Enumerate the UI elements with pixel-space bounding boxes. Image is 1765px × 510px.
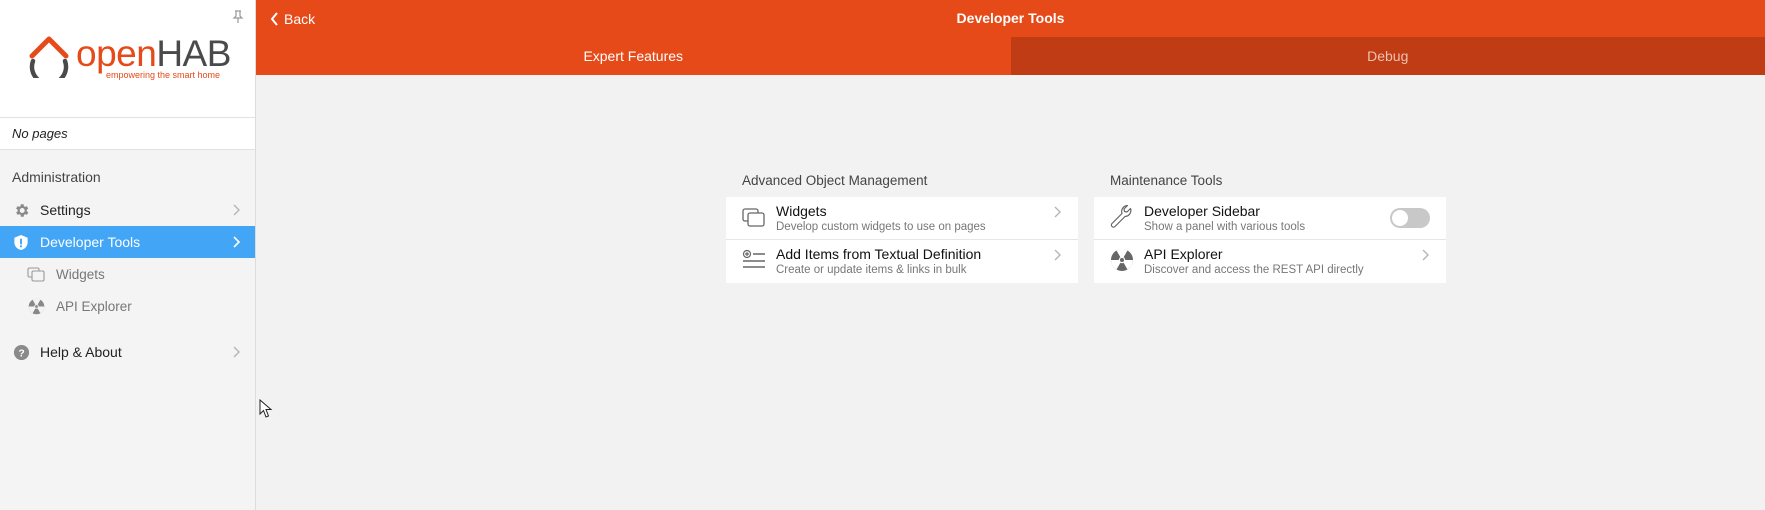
chevron-right-icon [1054,249,1061,261]
sidebar-item-widgets[interactable]: Widgets [0,258,255,290]
pin-icon[interactable] [231,10,245,24]
list-item-title: Widgets [776,203,827,219]
chevron-right-icon [233,204,240,216]
chevron-right-icon [233,236,241,248]
no-pages-label: No pages [0,118,255,150]
list-item-subtitle: Develop custom widgets to use on pages [776,221,986,233]
sidebar-item-label: Help & About [40,344,122,360]
widgets-icon [742,208,765,227]
chevron-right-icon [1422,249,1429,261]
openhab-logo[interactable]: openHAB empowering the smart home [26,30,231,84]
navbar: Back Developer Tools [256,0,1765,37]
sidebar: openHAB empowering the smart home No pag… [0,0,256,510]
help-icon: ? [11,342,31,362]
section-title-administration: Administration [12,169,101,185]
logo-area: openHAB empowering the smart home [0,0,255,118]
radiation-icon [26,296,46,316]
sidebar-item-label: Settings [40,202,91,218]
sidebar-item-api-explorer[interactable]: API Explorer [0,290,255,322]
sidebar-item-label: API Explorer [56,298,132,314]
tab-debug[interactable]: Debug [1010,37,1765,75]
sidebar-item-help-about[interactable]: ? Help & About [0,336,255,368]
list-add-icon [742,249,765,268]
list-item-add-items-textual[interactable]: Add Items from Textual Definition Create… [726,240,1078,283]
developer-sidebar-toggle[interactable] [1390,208,1430,228]
chevron-right-icon [1054,206,1061,218]
toggle-knob [1392,210,1408,226]
logo-tagline: empowering the smart home [106,70,221,80]
list-item-title: Add Items from Textual Definition [776,246,982,262]
sidebar-item-label: Widgets [56,266,105,282]
logo-mark-icon [29,36,69,78]
radiation-icon [1111,249,1133,271]
back-label: Back [284,10,316,27]
list-item-title: Developer Sidebar [1144,203,1260,219]
list-item-api-explorer[interactable]: API Explorer Discover and access the RES… [1094,240,1446,283]
chevron-left-icon [270,11,278,26]
list-item-subtitle: Show a panel with various tools [1144,221,1306,233]
sidebar-item-label: Developer Tools [40,234,141,250]
maintenance-tools-list: Developer Sidebar Show a panel with vari… [1094,197,1446,283]
back-button[interactable]: Back [270,0,315,37]
widgets-icon [26,264,46,284]
list-item-title: API Explorer [1144,246,1223,262]
tab-expert-features[interactable]: Expert Features [256,37,1011,75]
shield-icon [11,232,31,252]
block-title-maintenance: Maintenance Tools [1110,173,1223,188]
list-item-subtitle: Create or update items & links in bulk [776,264,967,276]
svg-text:?: ? [18,348,24,359]
sidebar-item-settings[interactable]: Settings [0,194,255,226]
sidebar-item-developer-tools[interactable]: Developer Tools [0,226,255,258]
gear-icon [11,200,31,220]
list-item-widgets[interactable]: Widgets Develop custom widgets to use on… [726,197,1078,240]
tab-bar: Expert Features Debug [256,37,1765,75]
wrench-icon [1110,205,1132,228]
mouse-cursor-icon [259,399,273,418]
advanced-object-list: Widgets Develop custom widgets to use on… [726,197,1078,283]
list-item-developer-sidebar[interactable]: Developer Sidebar Show a panel with vari… [1094,197,1446,240]
page-title: Developer Tools [956,10,1065,26]
list-item-subtitle: Discover and access the REST API directl… [1144,264,1364,276]
block-title-advanced: Advanced Object Management [742,173,928,188]
chevron-right-icon [233,346,240,358]
